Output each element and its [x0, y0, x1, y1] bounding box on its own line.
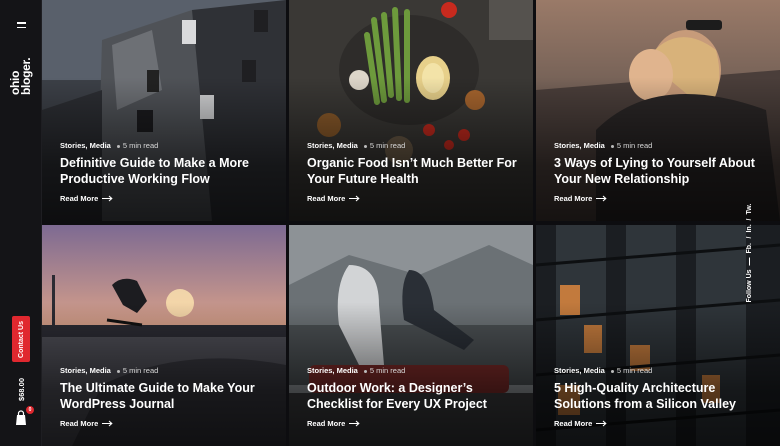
logo-line-2: bloger. — [19, 57, 33, 95]
post-read-time: 5 min read — [611, 141, 652, 150]
post-card-4[interactable]: Stories, Media 5 min read The Ultimate Gu… — [42, 225, 286, 446]
arrow-right-icon — [102, 420, 113, 427]
post-categories[interactable]: Stories, Media — [60, 366, 111, 375]
post-read-time: 5 min read — [364, 366, 405, 375]
social-separator: / — [745, 218, 753, 221]
post-categories[interactable]: Stories, Media — [307, 141, 358, 150]
sidebar: ohio bloger. Contact Us $68.00 0 — [0, 0, 42, 446]
social-link-facebook[interactable]: Fb. — [746, 243, 753, 254]
follow-label: Follow Us — [745, 269, 753, 303]
post-categories[interactable]: Stories, Media — [554, 141, 605, 150]
follow-divider — [748, 257, 750, 266]
read-more-link[interactable]: Read More — [554, 419, 607, 428]
post-meta: Stories, Media 5 min read — [60, 141, 158, 150]
post-categories[interactable]: Stories, Media — [60, 141, 111, 150]
post-meta: Stories, Media 5 min read — [60, 366, 158, 375]
read-more-label: Read More — [554, 419, 593, 428]
arrow-right-icon — [596, 195, 607, 202]
social-link-instagram[interactable]: In. — [746, 225, 753, 233]
contact-us-button[interactable]: Contact Us — [12, 316, 30, 362]
site-logo[interactable]: ohio bloger. — [8, 46, 33, 106]
post-card-2[interactable]: Stories, Media 5 min read Organic Food Is… — [289, 0, 533, 221]
arrow-right-icon — [349, 420, 360, 427]
read-more-label: Read More — [60, 194, 99, 203]
post-meta: Stories, Media 5 min read — [307, 141, 405, 150]
read-more-label: Read More — [60, 419, 99, 428]
read-more-link[interactable]: Read More — [60, 419, 113, 428]
post-meta: Stories, Media 5 min read — [554, 141, 652, 150]
post-title[interactable]: The Ultimate Guide to Make Your WordPres… — [60, 381, 276, 412]
cart-total-amount: $68.00 — [16, 377, 26, 401]
social-follow: Follow Us Fb. / In. / Tw. — [740, 200, 758, 306]
arrow-right-icon — [102, 195, 113, 202]
post-title[interactable]: Outdoor Work: a Designer’s Checklist for… — [307, 381, 523, 412]
post-card-3[interactable]: Stories, Media 5 min read 3 Ways of Lying… — [536, 0, 780, 221]
contact-us-label: Contact Us — [17, 320, 25, 358]
post-meta: Stories, Media 5 min read — [554, 366, 652, 375]
post-meta: Stories, Media 5 min read — [307, 366, 405, 375]
post-title[interactable]: Organic Food Isn’t Much Better For Your … — [307, 156, 523, 187]
post-title[interactable]: 3 Ways of Lying to Yourself About Your N… — [554, 156, 770, 187]
read-more-label: Read More — [307, 419, 346, 428]
read-more-link[interactable]: Read More — [554, 194, 607, 203]
post-title[interactable]: Definitive Guide to Make a More Producti… — [60, 156, 276, 187]
post-read-time: 5 min read — [117, 366, 158, 375]
post-categories[interactable]: Stories, Media — [554, 366, 605, 375]
cart-count-badge: 0 — [26, 406, 34, 414]
post-categories[interactable]: Stories, Media — [307, 366, 358, 375]
post-card-5[interactable]: Stories, Media 5 min read Outdoor Work: a… — [289, 225, 533, 446]
cart-total: $68.00 — [13, 376, 29, 402]
arrow-right-icon — [596, 420, 607, 427]
read-more-link[interactable]: Read More — [60, 194, 113, 203]
post-title[interactable]: 5 High-Quality Architecture Solutions fr… — [554, 381, 770, 412]
post-read-time: 5 min read — [364, 141, 405, 150]
hamburger-menu-icon[interactable] — [9, 13, 33, 37]
post-card-1[interactable]: Stories, Media 5 min read Definitive Guid… — [42, 0, 286, 221]
posts-grid: Stories, Media 5 min read Definitive Guid… — [42, 0, 780, 446]
post-read-time: 5 min read — [611, 366, 652, 375]
read-more-link[interactable]: Read More — [307, 194, 360, 203]
read-more-label: Read More — [554, 194, 593, 203]
read-more-label: Read More — [307, 194, 346, 203]
arrow-right-icon — [349, 195, 360, 202]
post-read-time: 5 min read — [117, 141, 158, 150]
read-more-link[interactable]: Read More — [307, 419, 360, 428]
social-separator: / — [745, 236, 753, 239]
social-link-twitter[interactable]: Tw. — [746, 204, 753, 215]
